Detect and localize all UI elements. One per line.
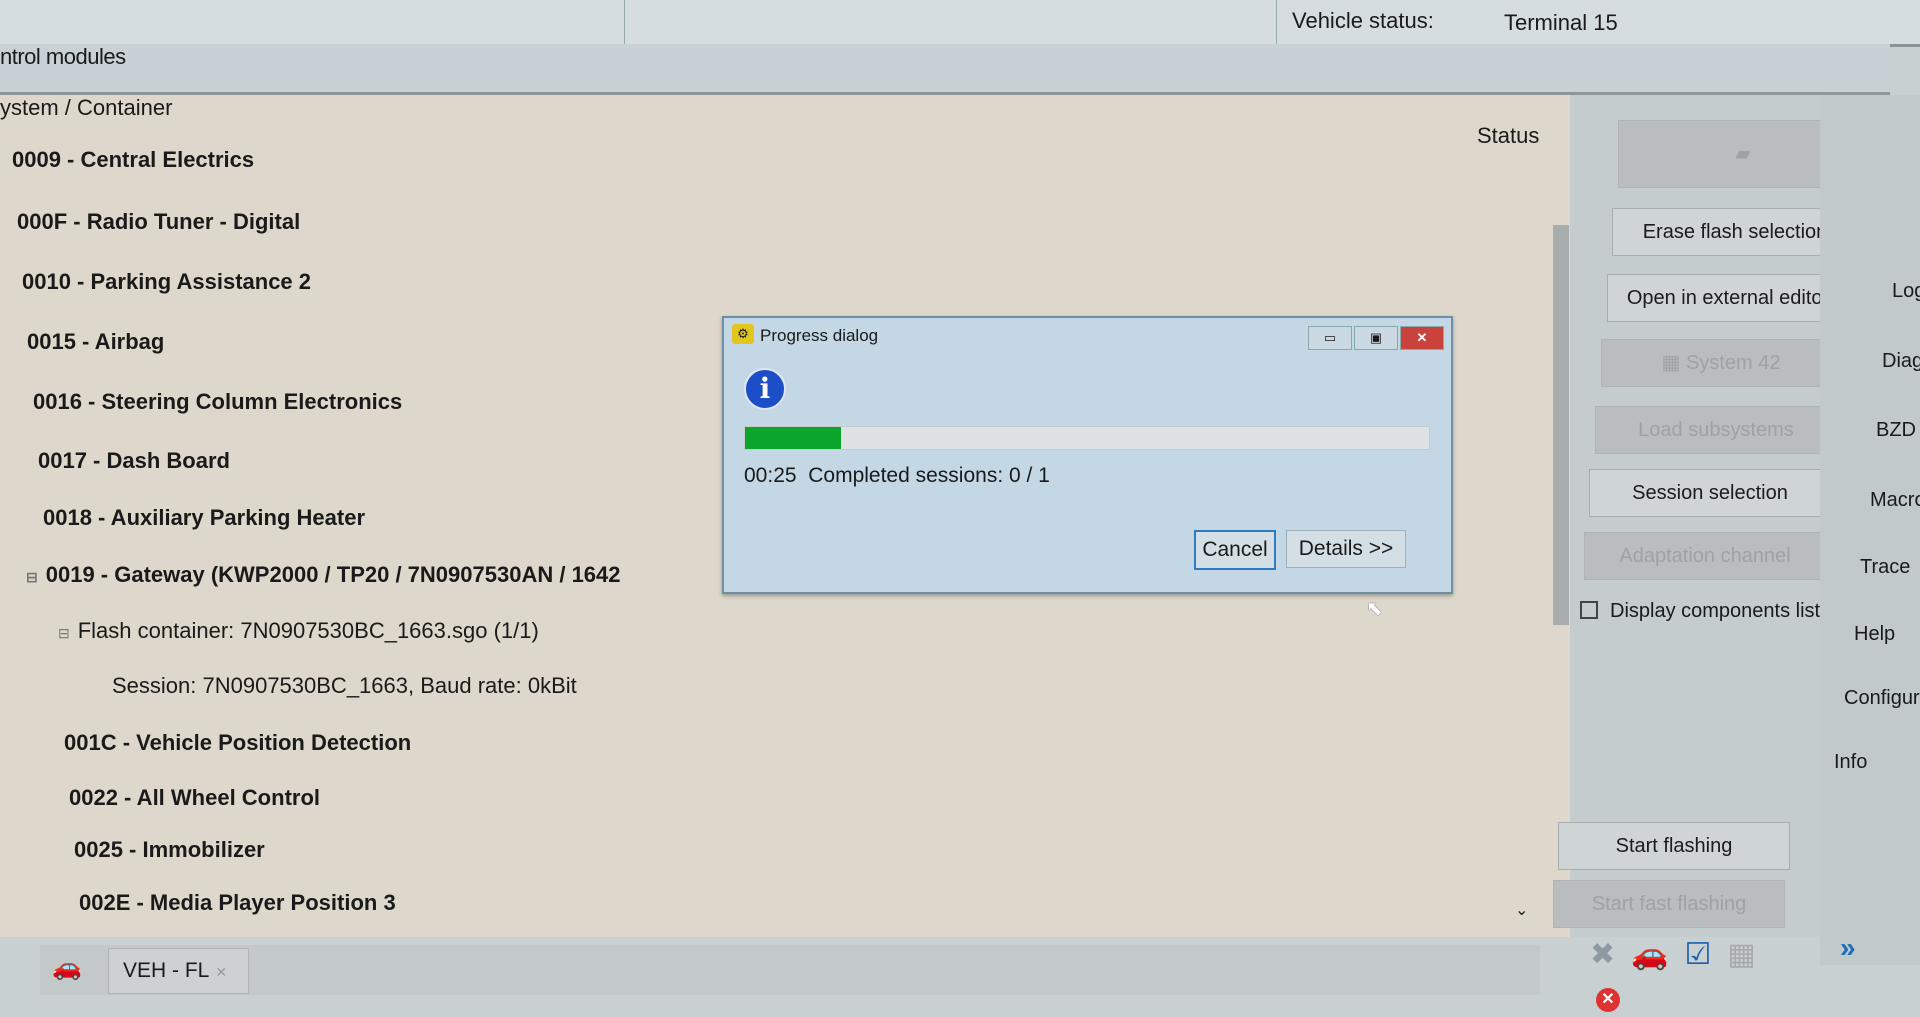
checkbox-label: Display components list [1610,600,1821,622]
toolbar: ✖ 🚗 ☑ ▦ [1590,937,1772,972]
nav-bzd[interactable]: BZD [1876,419,1916,442]
list-item[interactable]: 0017 - Dash Board [38,448,230,474]
nav-diag[interactable]: Diag [1882,350,1920,373]
status-text: Completed sessions: 0 / 1 [808,464,1050,487]
car-icon[interactable]: 🚗 [1631,938,1668,971]
list-item[interactable]: 0025 - Immobilizer [74,837,265,863]
list-item[interactable]: Session: 7N0907530BC_1663, Baud rate: 0k… [112,673,577,699]
collapse-icon[interactable]: ⊟ [26,569,38,585]
column-status[interactable]: Status [1477,123,1539,149]
system42-icon: ▦ [1661,352,1686,374]
list-item[interactable]: 0022 - All Wheel Control [69,785,320,811]
progress-bar [744,426,1430,450]
progress-fill [745,427,841,449]
divider [624,0,625,44]
side-nav: Log Diag BZD Macro Trace Help Configura … [1820,95,1920,965]
start-flashing-button[interactable]: Start flashing [1558,822,1790,870]
start-fast-flashing-button[interactable]: Start fast flashing [1553,880,1785,928]
error-icon[interactable]: ✕ [1596,988,1620,1012]
grid-icon[interactable]: ▦ [1727,938,1755,971]
row-label: 0009 - Central Electrics [12,147,255,172]
system42-label: System 42 [1685,352,1781,374]
system42-button[interactable]: ▦ System 42 [1601,339,1841,387]
column-system[interactable]: ystem / Container [0,95,172,121]
row-label: 0015 - Airbag [27,329,165,354]
progress-status: 00:25 Completed sessions: 0 / 1 [744,464,1050,488]
list-item[interactable]: 0016 - Steering Column Electronics [33,389,402,415]
row-label: 0016 - Steering Column Electronics [33,389,403,414]
elapsed-time: 00:25 [744,464,797,487]
close-button[interactable]: ✕ [1400,326,1444,350]
list-item[interactable]: 000F - Radio Tuner - Digital [17,209,300,235]
scroll-down-icon[interactable]: ⌄ [1515,900,1528,920]
adaptation-channel-button[interactable]: Adaptation channel [1584,532,1826,580]
vehicle-status-label: Vehicle status: [1292,8,1434,33]
vehicle-status-value: Terminal 15 [1504,10,1618,35]
row-label: Flash container: 7N0907530BC_1663.sgo (1… [77,618,539,643]
list-item[interactable]: 0018 - Auxiliary Parking Heater [43,505,365,531]
tab-bar: 🚗 VEH - FL ✕ [40,945,1540,995]
list-item[interactable]: ⊟ Flash container: 7N0907530BC_1663.sgo (… [58,618,539,644]
row-label: 0017 - Dash Board [38,448,230,473]
info-icon: i [744,368,786,410]
open-external-editor-button[interactable]: Open in external editor [1607,274,1849,322]
session-selection-button[interactable]: Session selection [1589,469,1831,517]
mouse-cursor-icon: ⬉ [1366,598,1383,620]
row-label: 0022 - All Wheel Control [69,785,321,810]
tab-label: VEH - FL [123,959,210,982]
row-label: 001C - Vehicle Position Detection [64,730,412,755]
nav-info[interactable]: Info [1834,751,1867,774]
row-label: 002E - Media Player Position 3 [79,890,396,915]
list-item[interactable]: ⊟ 0019 - Gateway (KWP2000 / TP20 / 7N0907… [26,562,621,588]
checkbox[interactable] [1580,601,1598,619]
row-label: 0018 - Auxiliary Parking Heater [43,505,366,530]
details-button[interactable]: Details >> [1286,530,1406,568]
delete-icon[interactable]: ✖ [1590,938,1615,971]
close-tab-icon[interactable]: ✕ [215,964,227,980]
nav-help[interactable]: Help [1854,623,1895,646]
progress-dialog: ⚙ Progress dialog ▭ ▣ ✕ i 00:25 Complete… [722,316,1453,594]
nav-configuration[interactable]: Configura [1844,687,1920,710]
row-label: 0025 - Immobilizer [74,837,265,862]
list-item[interactable]: 002E - Media Player Position 3 [79,890,396,916]
maximize-button[interactable]: ▣ [1354,326,1398,350]
list-item[interactable]: 0009 - Central Electrics [12,147,254,173]
minimize-button[interactable]: ▭ [1308,326,1352,350]
list-item[interactable]: 001C - Vehicle Position Detection [64,730,411,756]
list-item[interactable]: 0010 - Parking Assistance 2 [22,269,311,295]
cancel-button[interactable]: Cancel [1194,530,1276,570]
car-icon: 🚗 [52,954,82,981]
top-bar: Vehicle status: Terminal 15 [0,0,1920,47]
load-subsystems-button[interactable]: Load subsystems [1595,406,1837,454]
forward-icon[interactable]: » [1840,932,1856,964]
display-components-checkbox[interactable]: Display components list [1580,600,1820,623]
list-item[interactable]: 0015 - Airbag [27,329,164,355]
dialog-title: Progress dialog [760,326,879,345]
nav-macro[interactable]: Macro [1870,489,1920,512]
divider [1276,0,1277,44]
scrollbar[interactable] [1553,225,1569,625]
checklist-icon[interactable]: ☑ [1685,938,1712,971]
folder-icon: ▰ [1735,143,1751,165]
nav-log[interactable]: Log [1892,280,1920,303]
collapse-icon[interactable]: ⊟ [58,625,70,641]
app-window: Vehicle status: Terminal 15 ntrol module… [0,0,1920,1017]
section-header: ntrol modules [0,44,1890,95]
tab-veh-fl[interactable]: VEH - FL ✕ [108,948,249,994]
section-title: ntrol modules [0,44,126,69]
row-label: 000F - Radio Tuner - Digital [17,209,301,234]
nav-trace[interactable]: Trace [1860,556,1910,579]
row-label: Session: 7N0907530BC_1663, Baud rate: 0k… [112,673,577,698]
engine-icon: ⚙ [732,324,754,344]
row-label: 0019 - Gateway (KWP2000 / TP20 / 7N09075… [45,562,621,587]
row-label: 0010 - Parking Assistance 2 [22,269,312,294]
